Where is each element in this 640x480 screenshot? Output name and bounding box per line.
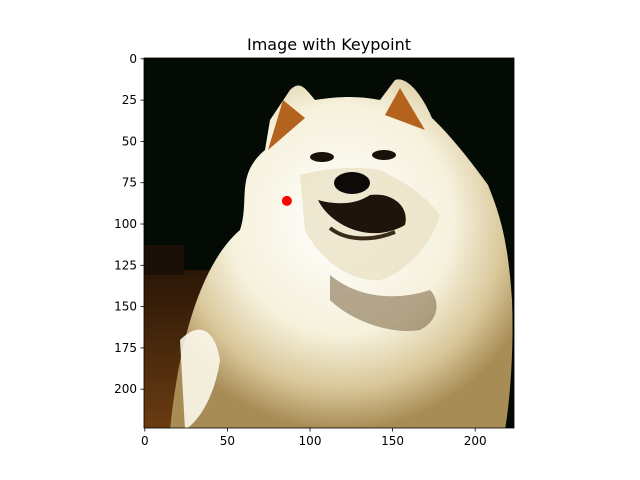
y-tick-label: 0 (129, 52, 137, 66)
y-tick-label: 50 (122, 134, 137, 148)
figure: 0 50 100 150 200 0 25 50 75 100 125 150 175 200 Imag… (114, 35, 515, 448)
keypoint-marker (281, 195, 292, 206)
x-tick-label: 50 (220, 434, 235, 448)
dog-photo (144, 58, 514, 428)
y-tick-label: 100 (114, 217, 137, 231)
x-tick-label: 200 (464, 434, 487, 448)
y-axis: 0 25 50 75 100 125 150 175 200 (114, 52, 144, 396)
y-tick-label: 75 (122, 176, 137, 190)
y-tick-label: 200 (114, 382, 137, 396)
chart-title: Image with Keypoint (247, 35, 411, 54)
x-tick-label: 150 (381, 434, 404, 448)
x-tick-label: 100 (299, 434, 322, 448)
x-tick-label: 0 (141, 434, 149, 448)
y-tick-label: 25 (122, 93, 137, 107)
y-tick-label: 175 (114, 341, 137, 355)
y-tick-label: 150 (114, 300, 137, 314)
x-axis: 0 50 100 150 200 (141, 428, 487, 448)
y-tick-label: 125 (114, 258, 137, 272)
